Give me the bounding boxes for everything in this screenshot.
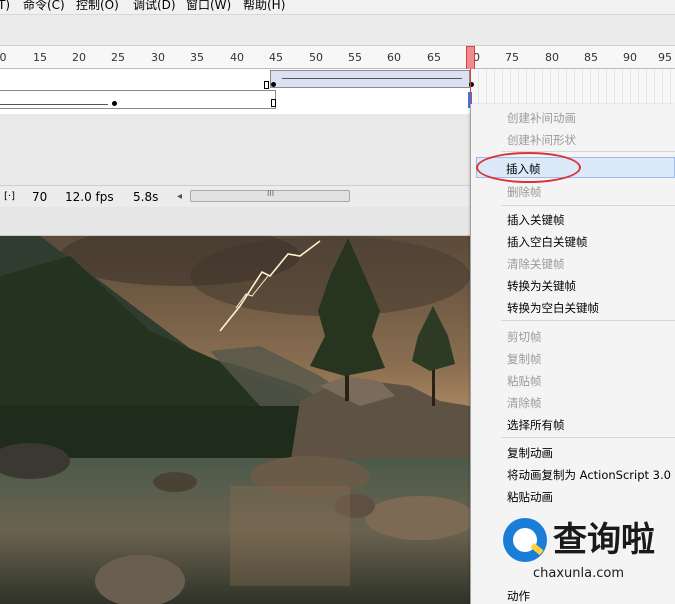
timeline-frames-empty[interactable] (470, 69, 675, 109)
frame-center-icon[interactable]: [·] (4, 191, 15, 202)
menu-item-cut-frames[interactable]: 剪切帧 (507, 329, 542, 345)
keyframe-dot[interactable] (112, 101, 117, 106)
menu-control[interactable]: 控制(O) (76, 0, 119, 13)
menu-command[interactable]: 命令(C) (23, 0, 65, 13)
ruler-number: 90 (623, 51, 637, 64)
menu-debug[interactable]: 调试(D) (133, 0, 176, 13)
ruler-number: 85 (584, 51, 598, 64)
scroll-grip: III (267, 189, 275, 198)
keyframe-dot[interactable] (271, 82, 276, 87)
keyframe-end[interactable] (271, 99, 276, 107)
menu-text[interactable]: T) (0, 0, 10, 13)
ruler-number: 75 (505, 51, 519, 64)
timeline-ruler[interactable]: 0 15 20 25 30 35 40 45 50 55 60 65 70 75… (0, 46, 675, 69)
frame-rate: 12.0 fps (65, 190, 114, 204)
keyframe-end[interactable] (264, 81, 269, 89)
watermark-logo-icon (503, 518, 547, 562)
menu-item-create-shape-tween[interactable]: 创建补间形状 (507, 132, 576, 148)
menu-item-clear-keyframe[interactable]: 清除关键帧 (507, 256, 565, 272)
menu-item-convert-to-keyframe[interactable]: 转换为关键帧 (507, 278, 576, 294)
ruler-number: 95 (658, 51, 672, 64)
ruler-number: 0 (0, 51, 7, 64)
ruler-number: 25 (111, 51, 125, 64)
menu-item-paste-motion[interactable]: 粘贴动画 (507, 489, 553, 505)
landscape-image (0, 236, 470, 604)
ruler-number: 30 (151, 51, 165, 64)
stage-image (0, 236, 470, 604)
elapsed-time: 5.8s (133, 190, 159, 204)
menu-bar: T) 命令(C) 控制(O) 调试(D) 窗口(W) 帮助(H) (0, 0, 675, 15)
menu-item-insert-blank-keyframe[interactable]: 插入空白关键帧 (507, 234, 588, 250)
menu-item-insert-keyframe[interactable]: 插入关键帧 (507, 212, 565, 228)
ruler-number: 55 (348, 51, 362, 64)
scroll-left-arrow-icon[interactable]: ◂ (177, 191, 182, 202)
menu-item-convert-to-blank-keyframe[interactable]: 转换为空白关键帧 (507, 300, 599, 316)
ruler-number: 65 (427, 51, 441, 64)
timeline-scrollbar-thumb[interactable]: III (190, 189, 350, 202)
menu-item-copy-frames[interactable]: 复制帧 (507, 351, 542, 367)
watermark: 查询啦 chaxunla.com (495, 514, 675, 604)
timeline-empty-area (0, 114, 470, 186)
menu-window[interactable]: 窗口(W) (186, 0, 231, 13)
ruler-number: 60 (387, 51, 401, 64)
ruler-number: 80 (545, 51, 559, 64)
stage-header (0, 207, 470, 236)
menu-help[interactable]: 帮助(H) (243, 0, 285, 13)
tween-arrow (0, 104, 108, 105)
menu-item-paste-frames[interactable]: 粘贴帧 (507, 373, 542, 389)
callout-ring (476, 152, 581, 183)
watermark-name: 查询啦 (553, 520, 655, 560)
menu-item-clear-frames[interactable]: 清除帧 (507, 395, 542, 411)
menu-item-select-all-frames[interactable]: 选择所有帧 (507, 417, 565, 433)
ruler-number: 45 (269, 51, 283, 64)
playhead-marker[interactable] (466, 46, 475, 70)
toolbar-band (0, 15, 675, 46)
ruler-number: 50 (309, 51, 323, 64)
tween-arrow (282, 78, 462, 79)
motion-tween-span[interactable] (270, 70, 470, 88)
ruler-number: 15 (33, 51, 47, 64)
ruler-number: 40 (230, 51, 244, 64)
menu-item-create-motion-tween[interactable]: 创建补间动画 (507, 110, 576, 126)
menu-item-delete-frame[interactable]: 删除帧 (507, 184, 542, 200)
ruler-number: 35 (190, 51, 204, 64)
menu-item-copy-motion-as-as3[interactable]: 将动画复制为 ActionScript 3.0 (507, 467, 671, 483)
frame-span[interactable] (0, 90, 276, 109)
watermark-domain: chaxunla.com (533, 566, 624, 581)
menu-item-copy-motion[interactable]: 复制动画 (507, 445, 553, 461)
current-frame: 70 (32, 190, 48, 204)
ruler-number: 20 (72, 51, 86, 64)
